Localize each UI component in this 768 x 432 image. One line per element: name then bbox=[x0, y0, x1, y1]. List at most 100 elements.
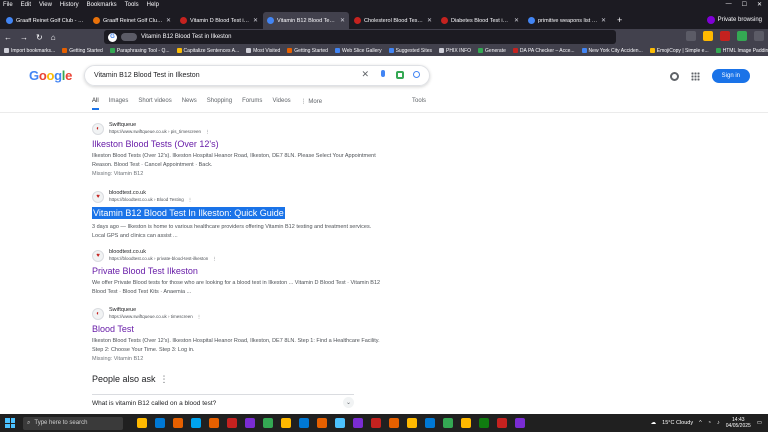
search-icon[interactable] bbox=[413, 71, 420, 78]
chevron-down-icon[interactable]: ⌄ bbox=[343, 397, 354, 408]
taskbar-app-icon[interactable] bbox=[299, 418, 309, 428]
bookmark-item[interactable]: DA PA Checker – Acce... bbox=[512, 48, 575, 54]
taskbar-app-icon[interactable] bbox=[389, 418, 399, 428]
close-tab-icon[interactable]: ✕ bbox=[166, 17, 171, 24]
taskbar-search[interactable]: ⌕ Type here to search bbox=[23, 416, 123, 430]
result-source[interactable]: ◐ Swiftqueue https://www.swiftqueue.co.u… bbox=[92, 307, 382, 320]
close-tab-icon[interactable]: ✕ bbox=[427, 17, 432, 24]
tab-videos[interactable]: Videos bbox=[272, 98, 290, 110]
taskbar-app-icon[interactable] bbox=[515, 418, 525, 428]
gear-icon[interactable] bbox=[669, 71, 679, 81]
bookmark-item[interactable]: HTML Image Padding ... bbox=[715, 48, 768, 54]
menu-history[interactable]: History bbox=[60, 2, 79, 8]
extension-icon[interactable] bbox=[720, 31, 730, 41]
menu-edit[interactable]: Edit bbox=[21, 2, 31, 8]
taskbar-app-icon[interactable] bbox=[209, 418, 219, 428]
result-source[interactable]: ♥ bloodtest.co.uk https://bloodtest.co.u… bbox=[92, 190, 382, 203]
bookmark-item[interactable]: Generate bbox=[478, 48, 506, 54]
menu-hamburger-icon[interactable] bbox=[754, 31, 764, 41]
search-input[interactable]: Vitamin B12 Blood Test in Ilkeston bbox=[94, 72, 200, 79]
taskbar-app-icon[interactable] bbox=[461, 418, 471, 428]
taskbar-app-icon[interactable] bbox=[479, 418, 489, 428]
search-box[interactable]: Vitamin B12 Blood Test in Ilkeston ✕ bbox=[84, 65, 430, 86]
tab-images[interactable]: Images bbox=[109, 98, 129, 110]
google-logo[interactable]: Google bbox=[29, 68, 72, 83]
browser-tab[interactable]: Cholesterol Blood Test in Ampt✕ bbox=[350, 12, 436, 29]
extension-icon[interactable] bbox=[737, 31, 747, 41]
tray-chevron-icon[interactable]: ^ bbox=[699, 420, 702, 426]
weather-text[interactable]: 15°C Cloudy bbox=[662, 420, 693, 426]
clear-search-icon[interactable]: ✕ bbox=[361, 70, 369, 79]
tools-button[interactable]: Tools bbox=[412, 98, 426, 104]
tab-short-videos[interactable]: Short videos bbox=[138, 98, 171, 110]
more-options-icon[interactable]: ⋮ bbox=[201, 129, 210, 134]
bookmark-item[interactable]: Paraphrasing Tool - Q... bbox=[109, 48, 170, 54]
google-apps-icon[interactable] bbox=[690, 71, 700, 81]
taskbar-app-icon[interactable] bbox=[263, 418, 273, 428]
browser-tab[interactable]: Diabetes Blood Test in Portishe✕ bbox=[437, 12, 523, 29]
bookmark-item[interactable]: Web Slice Gallery bbox=[334, 48, 382, 54]
result-title-link-selected[interactable]: Vitamin B12 Blood Test In Ilkeston: Quic… bbox=[92, 207, 285, 219]
taskbar-app-icon[interactable] bbox=[371, 418, 381, 428]
tab-forums[interactable]: Forums bbox=[242, 98, 262, 110]
more-options-icon[interactable]: ⋮ bbox=[208, 256, 217, 261]
bookmark-item[interactable]: Import bookmarks... bbox=[4, 48, 55, 54]
taskbar-app-icon[interactable] bbox=[281, 418, 291, 428]
result-title-link[interactable]: Blood Test bbox=[92, 323, 382, 335]
bookmark-item[interactable]: New York City Acciden... bbox=[581, 48, 643, 54]
bookmark-item[interactable]: Capitalize Sentences A... bbox=[176, 48, 239, 54]
taskbar-app-icon[interactable] bbox=[137, 418, 147, 428]
back-icon[interactable]: ← bbox=[4, 33, 12, 42]
tracking-protection-icon[interactable] bbox=[121, 33, 137, 41]
taskbar-app-icon[interactable] bbox=[317, 418, 327, 428]
result-source[interactable]: ♥ bloodtest.co.uk https://bloodtest.co.u… bbox=[92, 249, 382, 262]
voice-search-icon[interactable] bbox=[378, 70, 387, 79]
network-icon[interactable]: ◔ bbox=[708, 420, 711, 426]
browser-tab[interactable]: primitive weapons list - Google✕ bbox=[524, 12, 610, 29]
result-title-link[interactable]: Ilkeston Blood Tests (Over 12's) bbox=[92, 138, 382, 150]
sign-in-button[interactable]: Sign in bbox=[711, 69, 750, 83]
notifications-icon[interactable]: ▭ bbox=[757, 420, 762, 426]
taskbar-app-icon[interactable] bbox=[335, 418, 345, 428]
close-tab-icon[interactable]: ✕ bbox=[514, 17, 519, 24]
close-tab-icon[interactable]: ✕ bbox=[601, 17, 606, 24]
close-tab-icon[interactable]: ✕ bbox=[340, 17, 345, 24]
reload-icon[interactable]: ↻ bbox=[36, 33, 43, 42]
taskbar-app-icon[interactable] bbox=[353, 418, 363, 428]
bookmark-item[interactable]: Suggested Sites bbox=[388, 48, 432, 54]
bookmark-item[interactable]: EmojiCopy | Simple e... bbox=[649, 48, 709, 54]
taskbar-app-icon[interactable] bbox=[191, 418, 201, 428]
bookmark-item[interactable]: Most Visited bbox=[246, 48, 280, 54]
home-icon[interactable]: ⌂ bbox=[51, 33, 56, 42]
minimize-icon[interactable]: — bbox=[726, 1, 732, 8]
extension-icon[interactable] bbox=[703, 31, 713, 41]
bookmark-item[interactable]: PHIX INFO bbox=[439, 48, 471, 54]
maximize-icon[interactable]: ☐ bbox=[742, 1, 747, 8]
weather-icon[interactable]: ☁ bbox=[651, 420, 657, 426]
more-options-icon[interactable]: ⋮ bbox=[193, 314, 202, 319]
taskbar-app-icon[interactable] bbox=[245, 418, 255, 428]
taskbar-app-icon[interactable] bbox=[443, 418, 453, 428]
taskbar-app-icon[interactable] bbox=[173, 418, 183, 428]
new-tab-button[interactable]: + bbox=[611, 15, 628, 29]
result-title-link[interactable]: Private Blood Test Ilkeston bbox=[92, 265, 382, 277]
downloads-icon[interactable] bbox=[686, 31, 696, 41]
menu-view[interactable]: View bbox=[39, 2, 52, 8]
taskbar-app-icon[interactable] bbox=[425, 418, 435, 428]
menu-bookmarks[interactable]: Bookmarks bbox=[87, 2, 117, 8]
browser-tab[interactable]: Graaff Reinet Golf Club - Search X bbox=[2, 12, 88, 29]
taskbar-app-icon[interactable] bbox=[227, 418, 237, 428]
bookmark-item[interactable]: Getting Started bbox=[287, 48, 328, 54]
browser-tab-active[interactable]: Vitamin B12 Blood Test in Ilkest✕ bbox=[263, 12, 349, 29]
clock[interactable]: 14:43 04/05/2025 bbox=[726, 417, 751, 429]
paa-more-icon[interactable]: ⋮ bbox=[156, 374, 169, 384]
windows-start-icon[interactable] bbox=[5, 418, 15, 428]
menu-help[interactable]: Help bbox=[147, 2, 159, 8]
close-window-icon[interactable]: ✕ bbox=[757, 1, 762, 8]
browser-tab[interactable]: Graaff Reinet Golf Club at Duck✕ bbox=[89, 12, 175, 29]
taskbar-app-icon[interactable] bbox=[155, 418, 165, 428]
taskbar-app-icon[interactable] bbox=[497, 418, 507, 428]
address-bar[interactable]: G Vitamin B12 Blood Test in Ilkeston bbox=[104, 30, 616, 44]
more-options-icon[interactable]: ⋮ bbox=[184, 197, 193, 202]
lens-search-icon[interactable] bbox=[396, 70, 404, 79]
